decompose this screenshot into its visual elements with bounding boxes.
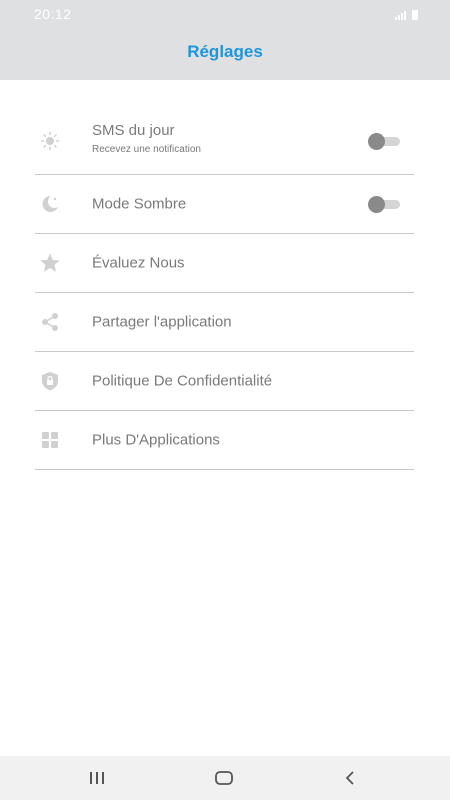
toggle-knob <box>368 196 385 213</box>
settings-item-politique[interactable]: Politique De Confidentialité <box>35 352 414 411</box>
back-icon[interactable] <box>338 768 362 788</box>
settings-item-label: Plus D'Applications <box>92 431 220 449</box>
battery-icon <box>412 10 418 20</box>
settings-item-label: Évaluez Nous <box>92 254 185 272</box>
settings-item-partager[interactable]: Partager l'application <box>35 293 414 352</box>
sms-du-jour-toggle[interactable] <box>368 133 402 150</box>
system-nav-bar <box>0 756 450 800</box>
mode-sombre-toggle[interactable] <box>368 196 402 213</box>
moon-icon <box>39 193 61 215</box>
grid-icon <box>39 429 61 451</box>
settings-item-mode-sombre[interactable]: Mode Sombre <box>35 175 414 234</box>
status-icons <box>395 9 418 20</box>
signal-icon <box>395 9 406 20</box>
settings-list: SMS du jour Recevez une notification Mod… <box>35 108 414 470</box>
shield-lock-icon <box>39 370 61 392</box>
settings-item-label: Partager l'application <box>92 313 232 331</box>
settings-item-label: SMS du jour <box>92 122 175 139</box>
star-icon <box>39 252 61 274</box>
settings-item-label: Politique De Confidentialité <box>92 372 273 390</box>
settings-item-label: Mode Sombre <box>92 195 187 213</box>
settings-item-sms-du-jour[interactable]: SMS du jour Recevez une notification <box>35 108 414 175</box>
settings-item-evaluez-nous[interactable]: Évaluez Nous <box>35 234 414 293</box>
settings-item-subtitle: Recevez une notification <box>92 144 201 155</box>
page-title: Réglages <box>187 42 263 61</box>
sun-icon <box>39 130 61 152</box>
app-bar: Réglages <box>0 30 450 80</box>
status-bar: 20:12 <box>0 0 450 30</box>
share-icon <box>39 311 61 333</box>
toggle-knob <box>368 133 385 150</box>
settings-item-plus-applications[interactable]: Plus D'Applications <box>35 411 414 470</box>
status-time: 20:12 <box>34 6 72 22</box>
home-icon[interactable] <box>212 768 236 788</box>
recent-apps-icon[interactable] <box>85 768 109 788</box>
